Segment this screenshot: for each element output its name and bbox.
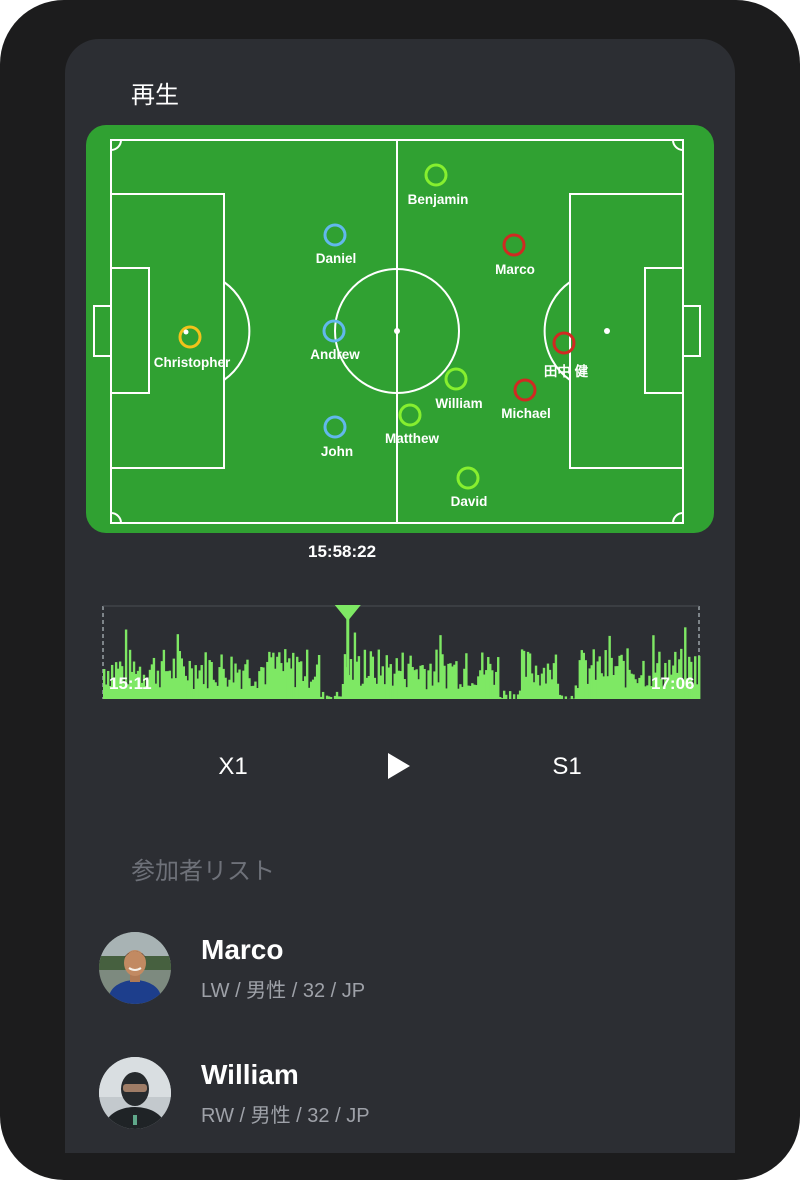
player-marker-john bbox=[325, 417, 345, 437]
player-marker-william bbox=[446, 369, 466, 389]
step-button[interactable]: S1 bbox=[552, 753, 581, 781]
player-marker-benjamin bbox=[426, 165, 446, 185]
participant-name: Marco bbox=[201, 934, 283, 966]
participant-info: RW / 男性 / 32 / JP bbox=[201, 1099, 370, 1128]
device-frame: 再生 bbox=[0, 0, 800, 1153]
player-label[interactable]: Marco bbox=[495, 262, 535, 277]
speed-button[interactable]: X1 bbox=[218, 753, 247, 781]
player-label[interactable]: Michael bbox=[501, 406, 551, 421]
player-label[interactable]: David bbox=[451, 494, 488, 509]
avatar bbox=[99, 1057, 171, 1129]
player-marker-marco bbox=[504, 235, 524, 255]
player-marker-matthew bbox=[400, 405, 420, 425]
app-screen: 再生 bbox=[65, 39, 735, 1153]
timeline-start-time: 15:11 bbox=[109, 674, 152, 694]
playhead-time: 15:58:22 bbox=[308, 542, 376, 562]
page-title: 再生 bbox=[131, 75, 179, 110]
participant-row[interactable]: Marco LW / 男性 / 32 / JP bbox=[99, 932, 699, 1012]
player-label[interactable]: Matthew bbox=[385, 431, 439, 446]
participant-row[interactable]: William RW / 男性 / 32 / JP bbox=[99, 1057, 699, 1137]
player-marker-david bbox=[458, 468, 478, 488]
player-label[interactable]: William bbox=[435, 396, 482, 411]
play-icon[interactable] bbox=[388, 753, 410, 779]
avatar bbox=[99, 932, 171, 1004]
soccer-pitch: Benjamin Daniel Marco Christopher Andrew… bbox=[86, 125, 714, 533]
player-label[interactable]: 田中 健 bbox=[544, 360, 588, 380]
pitch-lines bbox=[86, 125, 714, 533]
player-marker-michael bbox=[515, 380, 535, 400]
player-marker-christopher bbox=[180, 327, 200, 347]
player-label[interactable]: Christopher bbox=[154, 355, 231, 370]
activity-bars bbox=[103, 627, 700, 699]
player-marker-daniel bbox=[325, 225, 345, 245]
participant-name: William bbox=[201, 1059, 299, 1091]
player-label[interactable]: John bbox=[321, 444, 353, 459]
player-label[interactable]: Andrew bbox=[310, 347, 360, 362]
timeline-end-time: 17:06 bbox=[651, 674, 694, 694]
activity-timeline[interactable]: 15:58:22 15:11 17:06 bbox=[95, 539, 710, 699]
player-label[interactable]: Daniel bbox=[316, 251, 357, 266]
participants-heading: 参加者リスト bbox=[131, 851, 275, 886]
participant-info: LW / 男性 / 32 / JP bbox=[201, 974, 365, 1003]
playhead-handle bbox=[335, 605, 361, 621]
player-label[interactable]: Benjamin bbox=[408, 192, 469, 207]
activity-histogram bbox=[95, 539, 710, 699]
